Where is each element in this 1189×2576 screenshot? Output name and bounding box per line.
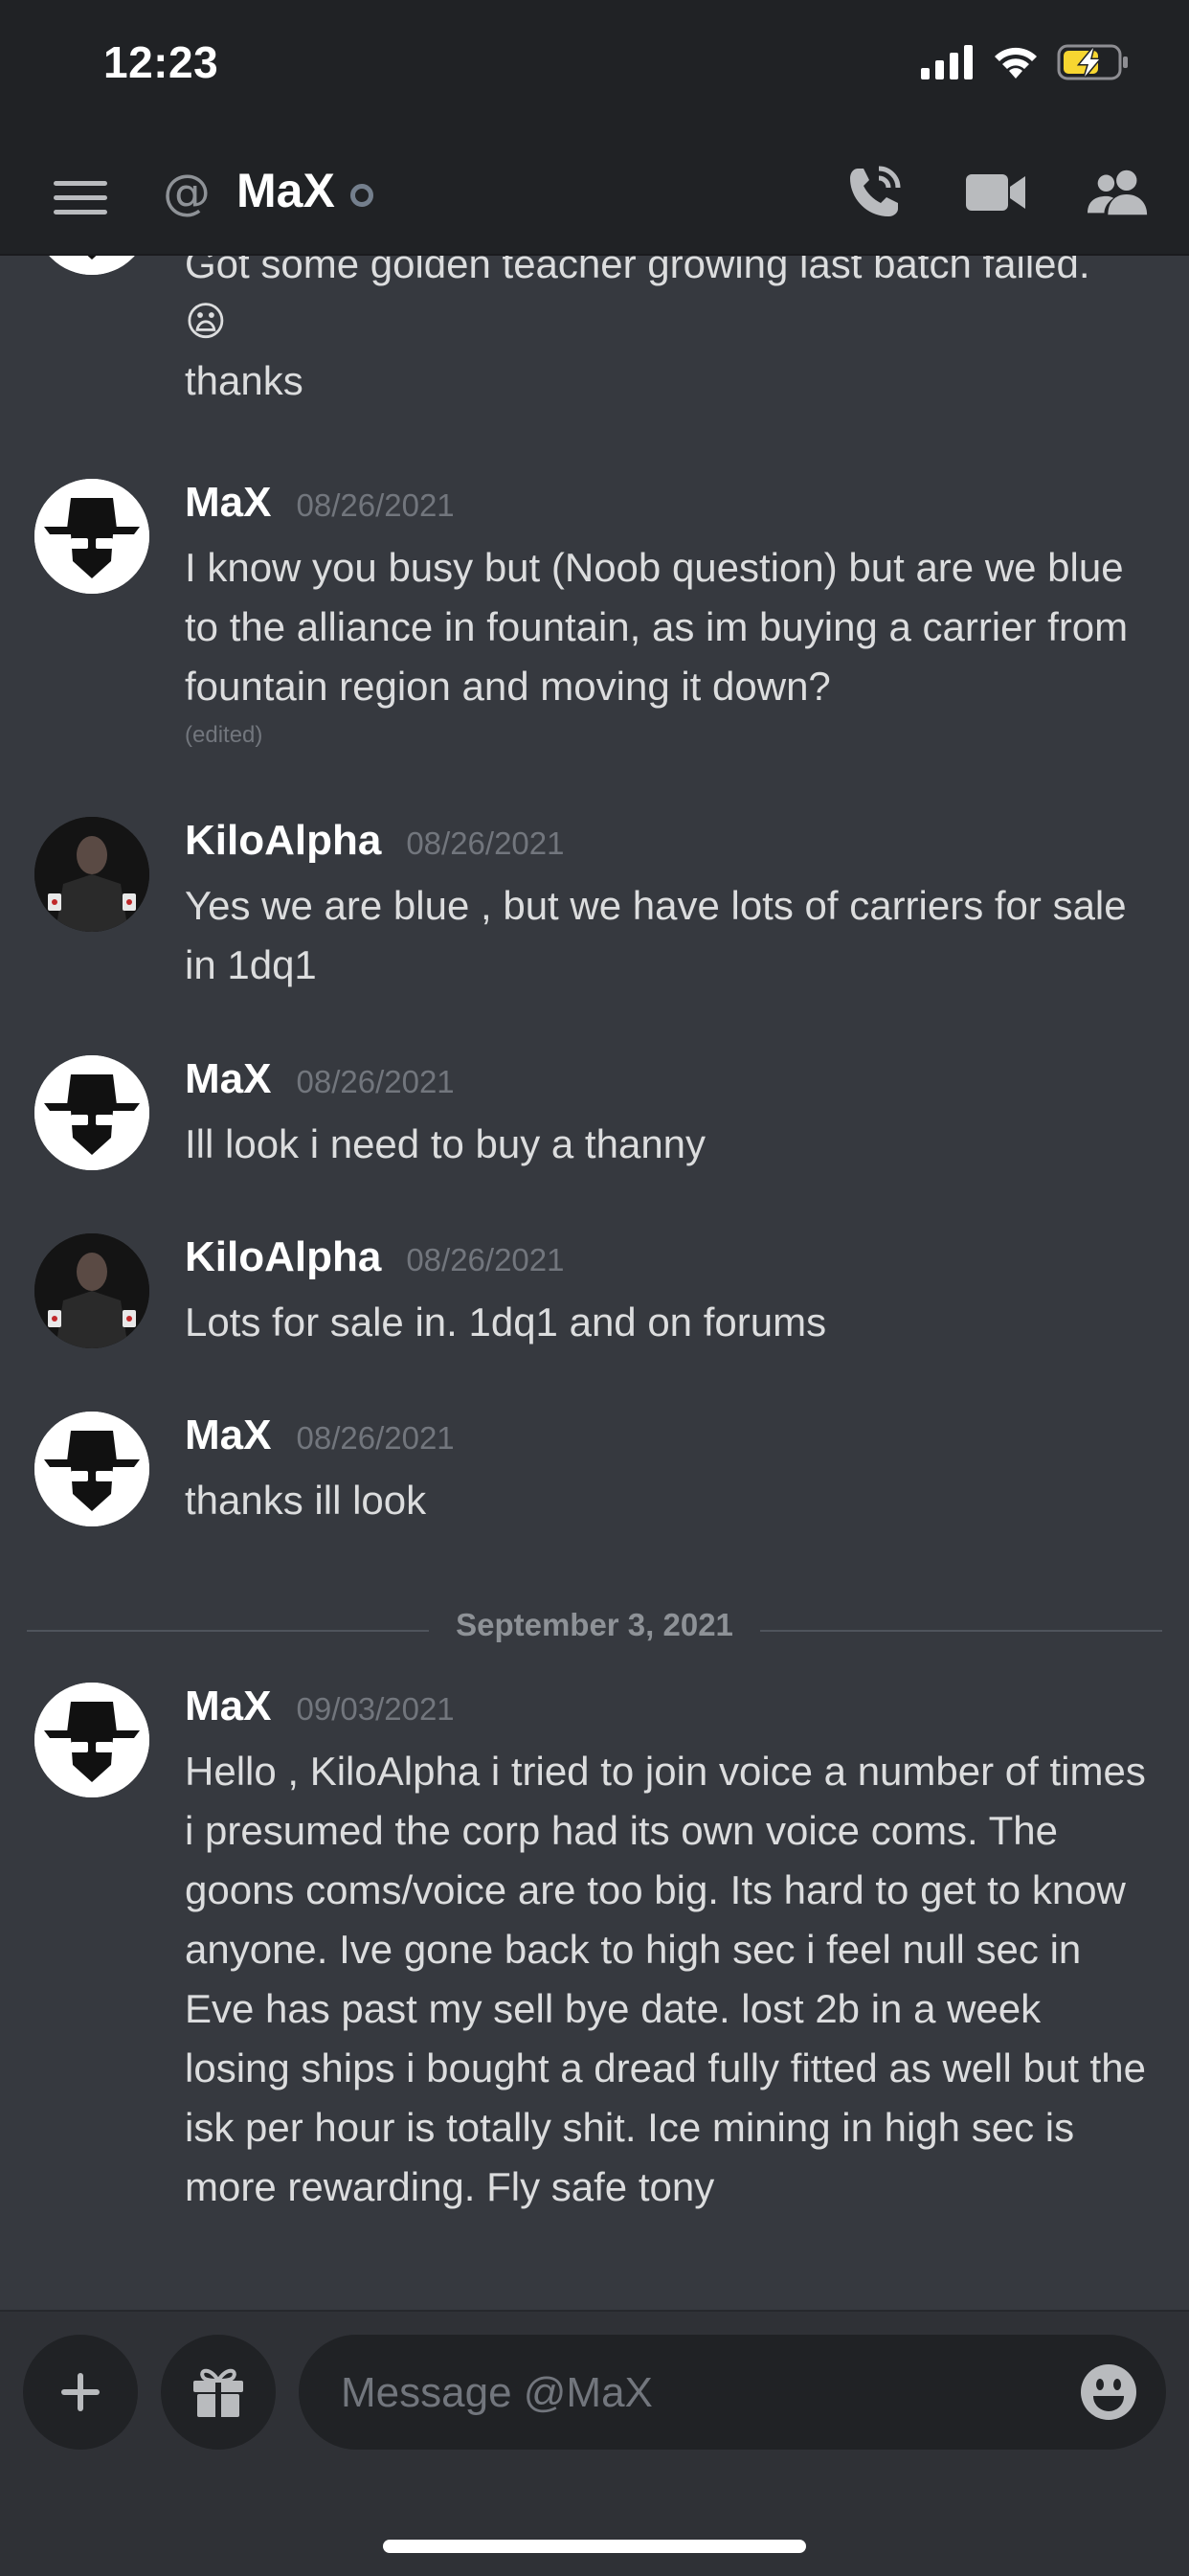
emoji-icon[interactable] <box>1080 2363 1137 2421</box>
timestamp: 08/26/2021 <box>406 1242 565 1277</box>
message-list[interactable]: Got some golden teacher growing last bat… <box>0 256 1189 2310</box>
voice-call-button[interactable] <box>842 161 906 224</box>
author-name[interactable]: KiloAlpha <box>185 817 381 865</box>
message-composer: Message @MaX <box>0 2310 1189 2576</box>
home-indicator <box>383 2540 806 2553</box>
message-header: KiloAlpha 08/26/2021 <box>185 817 565 865</box>
kiloalpha-avatar-icon <box>34 1233 149 1348</box>
heisenberg-avatar-icon <box>34 479 149 594</box>
members-button[interactable] <box>1088 161 1151 224</box>
timestamp: 08/26/2021 <box>296 1420 455 1456</box>
avatar[interactable] <box>34 479 149 594</box>
video-camera-icon <box>966 174 1025 211</box>
gift-button[interactable] <box>161 2335 276 2450</box>
message-text: Hello , KiloAlpha i tried to join voice … <box>185 1749 1146 2209</box>
message-text: I know you busy but (Noob question) but … <box>185 545 1129 709</box>
attach-button[interactable] <box>23 2335 138 2450</box>
avatar[interactable] <box>34 1412 149 1526</box>
offline-status-icon <box>350 184 373 207</box>
at-icon: @ <box>163 165 211 220</box>
message-text: Lots for sale in. 1dq1 and on forums <box>185 1299 827 1344</box>
status-time: 12:23 <box>103 37 219 87</box>
timestamp: 08/26/2021 <box>296 487 455 523</box>
timestamp: 09/03/2021 <box>296 1691 455 1727</box>
heisenberg-avatar-icon <box>34 1412 149 1526</box>
date-divider: September 3, 2021 <box>27 1607 1162 1655</box>
wifi-icon <box>995 47 1037 79</box>
message-text: thanks <box>185 358 303 403</box>
message-header: MaX 08/26/2021 <box>185 1412 455 1459</box>
author-name[interactable]: MaX <box>185 1055 271 1103</box>
author-name[interactable]: MaX <box>185 479 271 527</box>
battery-charging-icon <box>1057 44 1128 80</box>
message-text: thanks ill look <box>185 1478 427 1523</box>
date-divider-label: September 3, 2021 <box>456 1607 733 1642</box>
author-name[interactable]: MaX <box>185 1412 271 1459</box>
gift-icon <box>193 2368 243 2417</box>
message-input[interactable]: Message @MaX <box>299 2335 1166 2450</box>
avatar[interactable] <box>34 1233 149 1348</box>
header-actions <box>842 161 1151 224</box>
timestamp: 08/26/2021 <box>406 825 565 861</box>
avatar[interactable] <box>34 817 149 932</box>
timestamp: 08/26/2021 <box>296 1064 455 1099</box>
channel-header: @ MaX <box>0 144 1189 256</box>
divider-line <box>760 1630 1162 1632</box>
message-header: KiloAlpha 08/26/2021 <box>185 1233 565 1281</box>
signal-icon <box>921 45 973 79</box>
message-header: MaX 08/26/2021 <box>185 1055 455 1103</box>
status-icons <box>921 44 1130 80</box>
heisenberg-avatar-icon <box>34 1683 149 1797</box>
avatar[interactable] <box>34 1055 149 1170</box>
avatar[interactable] <box>34 256 149 275</box>
menu-icon[interactable] <box>54 170 107 224</box>
message-text: Ill look i need to buy a thanny <box>185 1121 707 1166</box>
phone-call-icon <box>850 166 901 216</box>
message-text: Yes we are blue , but we have lots of ca… <box>185 883 1127 987</box>
author-name[interactable]: MaX <box>185 1683 271 1730</box>
message-text: Got some golden teacher growing last bat… <box>185 256 1090 286</box>
author-name[interactable]: KiloAlpha <box>185 1233 381 1281</box>
avatar[interactable] <box>34 1683 149 1797</box>
message-input-placeholder: Message @MaX <box>341 2369 653 2416</box>
edited-label: (edited) <box>185 722 263 748</box>
kiloalpha-avatar-icon <box>34 817 149 932</box>
message-header: MaX 08/26/2021 <box>185 479 455 527</box>
channel-title[interactable]: MaX <box>236 163 335 218</box>
status-bar: 12:23 <box>0 0 1189 144</box>
heisenberg-avatar-icon <box>34 1055 149 1170</box>
message-header: MaX 09/03/2021 <box>185 1683 455 1730</box>
plus-icon <box>61 2373 100 2411</box>
heisenberg-avatar-icon <box>34 256 149 275</box>
people-icon <box>1088 169 1148 215</box>
video-call-button[interactable] <box>965 161 1028 224</box>
emoji: 😦 <box>185 298 227 345</box>
